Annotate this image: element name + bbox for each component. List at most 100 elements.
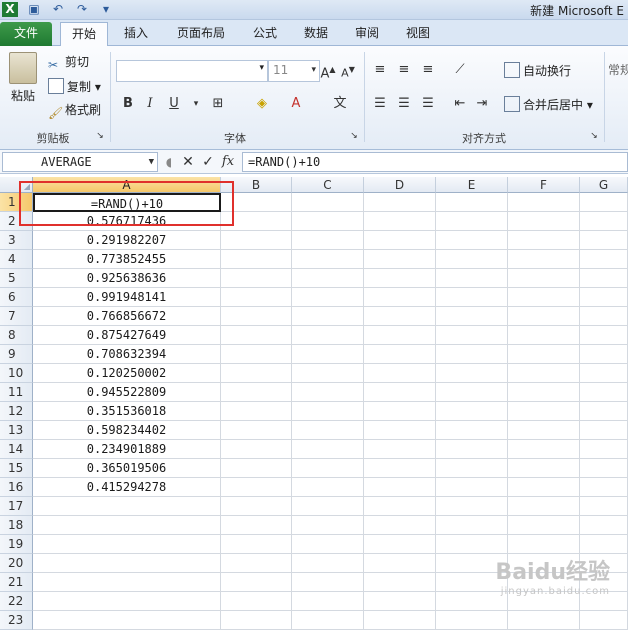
confirm-icon[interactable]: ✓ [198,152,218,172]
cell[interactable]: 0.766856672 [33,307,221,326]
cell[interactable] [364,516,436,535]
row-header[interactable]: 18 [0,516,33,535]
row-header[interactable]: 4 [0,250,33,269]
cell[interactable] [580,288,628,307]
phonetic-icon[interactable]: 文 [330,94,350,114]
align-right-icon[interactable]: ☰ [418,94,438,114]
cell[interactable] [436,440,508,459]
cell[interactable] [221,535,292,554]
cell[interactable] [436,421,508,440]
name-box[interactable]: AVERAGE ▼ [2,152,158,172]
cell[interactable] [436,231,508,250]
cell[interactable] [364,497,436,516]
tab-file[interactable]: 文件 [0,22,52,46]
row-header[interactable]: 13 [0,421,33,440]
cell[interactable] [33,535,221,554]
cell[interactable] [292,402,364,421]
cell[interactable] [580,535,628,554]
cell[interactable] [292,345,364,364]
row-header[interactable]: 14 [0,440,33,459]
align-center-icon[interactable]: ☰ [394,94,414,114]
cell[interactable] [364,288,436,307]
row-header[interactable]: 3 [0,231,33,250]
column-header-e[interactable]: E [436,177,508,193]
cell[interactable] [364,250,436,269]
row-header[interactable]: 11 [0,383,33,402]
cell[interactable] [292,478,364,497]
cell[interactable] [292,516,364,535]
cell[interactable] [580,250,628,269]
decrease-indent-icon[interactable]: ⇤ [450,94,470,114]
cell[interactable] [580,497,628,516]
cell[interactable]: 0.291982207 [33,231,221,250]
cell[interactable] [292,459,364,478]
cell[interactable] [580,440,628,459]
cell[interactable] [508,345,580,364]
cell[interactable] [221,269,292,288]
row-header[interactable]: 23 [0,611,33,630]
cell[interactable]: 0.945522809 [33,383,221,402]
cell[interactable] [364,421,436,440]
tab-insert[interactable]: 插入 [114,22,158,46]
tab-data[interactable]: 数据 [294,22,338,46]
cell[interactable] [221,459,292,478]
cell[interactable] [364,592,436,611]
cell[interactable] [580,459,628,478]
cell[interactable] [436,212,508,231]
cell[interactable] [364,326,436,345]
insert-function-icon[interactable]: fx [218,152,238,172]
cell[interactable] [364,231,436,250]
cell[interactable] [221,440,292,459]
cell[interactable] [580,193,628,212]
cell[interactable] [221,326,292,345]
cell[interactable] [580,212,628,231]
cell[interactable] [33,516,221,535]
cell[interactable] [292,573,364,592]
cell[interactable] [221,231,292,250]
cell[interactable] [436,269,508,288]
merge-center-button[interactable]: 合并后居中 ▾ [504,96,593,113]
cell[interactable] [364,459,436,478]
cell[interactable] [292,592,364,611]
cell[interactable] [580,364,628,383]
align-left-icon[interactable]: ☰ [370,94,390,114]
font-name-select[interactable]: ▾ [116,60,268,82]
cell[interactable]: 0.351536018 [33,402,221,421]
font-size-select[interactable]: 11 ▾ [268,60,320,82]
cell[interactable] [292,611,364,630]
column-header-g[interactable]: G [580,177,628,193]
fill-color-icon[interactable]: ◈ [252,94,272,114]
paste-button[interactable]: 粘贴 [6,52,40,112]
cell[interactable] [508,212,580,231]
cancel-icon[interactable]: ✕ [178,152,198,172]
cell[interactable]: 0.234901889 [33,440,221,459]
cell[interactable] [508,497,580,516]
cell[interactable] [580,326,628,345]
cell[interactable] [221,345,292,364]
font-color-icon[interactable]: A [286,94,306,114]
cell[interactable] [221,573,292,592]
cell[interactable] [364,307,436,326]
cell[interactable] [33,554,221,573]
cell[interactable] [221,250,292,269]
row-header[interactable]: 9 [0,345,33,364]
cell[interactable] [436,497,508,516]
cell[interactable] [292,326,364,345]
cell[interactable] [221,611,292,630]
cell[interactable] [364,364,436,383]
cell[interactable] [33,592,221,611]
cell[interactable] [436,326,508,345]
cell[interactable] [508,364,580,383]
cell[interactable] [436,516,508,535]
cell[interactable]: 0.925638636 [33,269,221,288]
row-header[interactable]: 19 [0,535,33,554]
cell[interactable] [508,516,580,535]
row-header[interactable]: 17 [0,497,33,516]
cell[interactable] [436,383,508,402]
cell[interactable] [436,250,508,269]
cell[interactable] [364,269,436,288]
grow-font-icon[interactable]: A▲ [318,60,338,81]
cell[interactable] [292,212,364,231]
cell[interactable] [580,345,628,364]
column-header-f[interactable]: F [508,177,580,193]
